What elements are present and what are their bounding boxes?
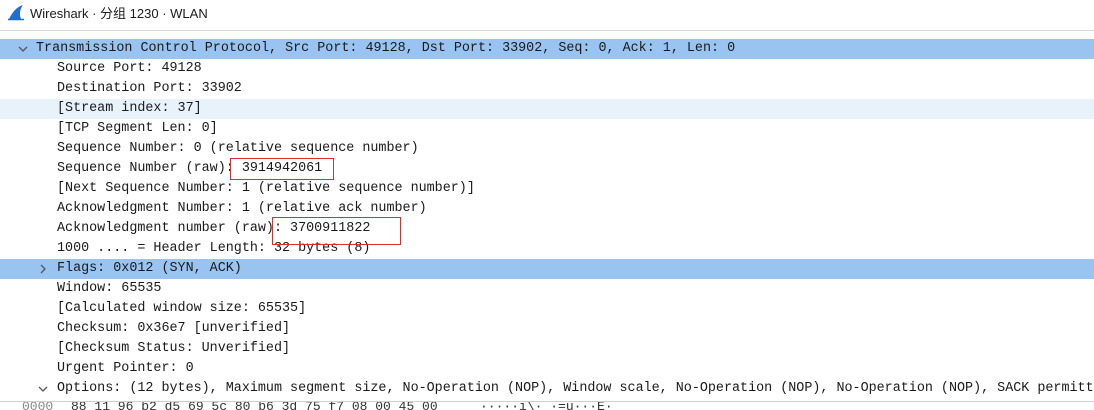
next-sequence-number-text: [Next Sequence Number: 1 (relative seque… bbox=[57, 181, 475, 196]
destination-port-text: Destination Port: 33902 bbox=[57, 81, 242, 96]
tree-item-checksum[interactable]: Checksum: 0x36e7 [unverified] bbox=[0, 319, 1094, 339]
tree-item-destination-port[interactable]: Destination Port: 33902 bbox=[0, 79, 1094, 99]
tcp-segment-len-text: [TCP Segment Len: 0] bbox=[57, 121, 218, 136]
tree-item-ack-number-raw[interactable]: Acknowledgment number (raw): 3700911822 bbox=[0, 219, 1094, 239]
chevron-down-icon[interactable] bbox=[36, 379, 50, 399]
tree-item-tcp[interactable]: Transmission Control Protocol, Src Port:… bbox=[0, 39, 1094, 59]
flags-text: Flags: 0x012 (SYN, ACK) bbox=[57, 261, 242, 276]
packet-bytes-pane[interactable]: 0000 88 11 96 b2 d5 69 5c 80 b6 3d 75 f7… bbox=[0, 401, 1094, 410]
options-text: Options: (12 bytes), Maximum segment siz… bbox=[57, 381, 1094, 396]
title-bar: Wireshark · 分组 1230 · WLAN bbox=[0, 0, 1094, 24]
wireshark-fin-icon bbox=[8, 5, 24, 21]
stream-index-text: [Stream index: 37] bbox=[57, 101, 202, 116]
title-divider bbox=[0, 30, 1094, 31]
tree-item-sequence-number[interactable]: Sequence Number: 0 (relative sequence nu… bbox=[0, 139, 1094, 159]
ack-number-text: Acknowledgment Number: 1 (relative ack n… bbox=[57, 201, 427, 216]
tree-item-urgent-pointer[interactable]: Urgent Pointer: 0 bbox=[0, 359, 1094, 379]
tree-item-next-sequence-number[interactable]: [Next Sequence Number: 1 (relative seque… bbox=[0, 179, 1094, 199]
window-text: Window: 65535 bbox=[57, 281, 162, 296]
tree-item-stream-index[interactable]: [Stream index: 37] bbox=[0, 99, 1094, 119]
header-length-text: 1000 .... = Header Length: 32 bytes (8) bbox=[57, 241, 371, 256]
sequence-number-text: Sequence Number: 0 (relative sequence nu… bbox=[57, 141, 419, 156]
tree-item-window[interactable]: Window: 65535 bbox=[0, 279, 1094, 299]
bytes-ascii: ·····i\· ·=u···E· bbox=[480, 401, 613, 410]
packet-details-tree[interactable]: Transmission Control Protocol, Src Port:… bbox=[0, 39, 1094, 399]
tree-item-header-length[interactable]: 1000 .... = Header Length: 32 bytes (8) bbox=[0, 239, 1094, 259]
tree-item-ack-number[interactable]: Acknowledgment Number: 1 (relative ack n… bbox=[0, 199, 1094, 219]
source-port-text: Source Port: 49128 bbox=[57, 61, 202, 76]
tcp-header-label: Transmission Control Protocol, Src Port:… bbox=[36, 41, 736, 56]
chevron-down-icon[interactable] bbox=[16, 39, 30, 59]
tree-item-options[interactable]: Options: (12 bytes), Maximum segment siz… bbox=[0, 379, 1094, 399]
urgent-pointer-text: Urgent Pointer: 0 bbox=[57, 361, 194, 376]
bytes-offset: 0000 bbox=[22, 401, 54, 410]
window-title: Wireshark · 分组 1230 · WLAN bbox=[30, 5, 208, 21]
checksum-text: Checksum: 0x36e7 [unverified] bbox=[57, 321, 291, 336]
tree-item-source-port[interactable]: Source Port: 49128 bbox=[0, 59, 1094, 79]
tree-item-sequence-number-raw[interactable]: Sequence Number (raw): 3914942061 bbox=[0, 159, 1094, 179]
tree-item-checksum-status[interactable]: [Checksum Status: Unverified] bbox=[0, 339, 1094, 359]
tree-item-tcp-segment-len[interactable]: [TCP Segment Len: 0] bbox=[0, 119, 1094, 139]
bytes-hex: 88 11 96 b2 d5 69 5c 80 b6 3d 75 f7 08 0… bbox=[71, 401, 438, 410]
tree-item-calculated-window[interactable]: [Calculated window size: 65535] bbox=[0, 299, 1094, 319]
ack-number-raw-text: Acknowledgment number (raw): 3700911822 bbox=[57, 221, 371, 236]
checksum-status-text: [Checksum Status: Unverified] bbox=[57, 341, 291, 356]
tree-item-flags[interactable]: Flags: 0x012 (SYN, ACK) bbox=[0, 259, 1094, 279]
sequence-number-raw-text: Sequence Number (raw): 3914942061 bbox=[57, 161, 323, 176]
calculated-window-text: [Calculated window size: 65535] bbox=[57, 301, 307, 316]
chevron-right-icon[interactable] bbox=[36, 259, 50, 279]
